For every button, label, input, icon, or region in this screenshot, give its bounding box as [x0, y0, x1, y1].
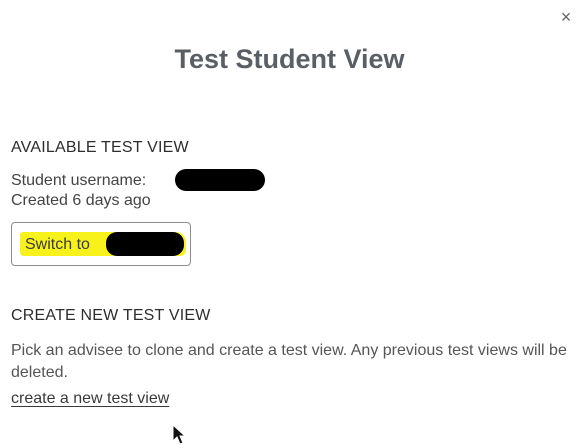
dialog-title: Test Student View [174, 44, 405, 74]
test-student-view-dialog: × Test Student View AVAILABLE TEST VIEW … [0, 0, 579, 448]
create-new-test-view-heading: CREATE NEW TEST VIEW [11, 307, 211, 324]
available-test-view-heading: AVAILABLE TEST VIEW [11, 139, 189, 156]
switch-to-label: Switch to [25, 236, 90, 253]
redacted-username [175, 169, 265, 191]
close-icon[interactable]: × [557, 8, 575, 26]
switch-to-button[interactable]: Switch to [11, 222, 191, 266]
create-description: Pick an advisee to clone and create a te… [11, 342, 567, 381]
student-username-label: Student username: [11, 172, 147, 189]
mouse-cursor-icon [172, 424, 186, 445]
redacted-switch-name [106, 232, 184, 256]
created-timestamp: Created 6 days ago [11, 192, 151, 209]
create-new-test-view-link[interactable]: create a new test view [11, 390, 169, 408]
